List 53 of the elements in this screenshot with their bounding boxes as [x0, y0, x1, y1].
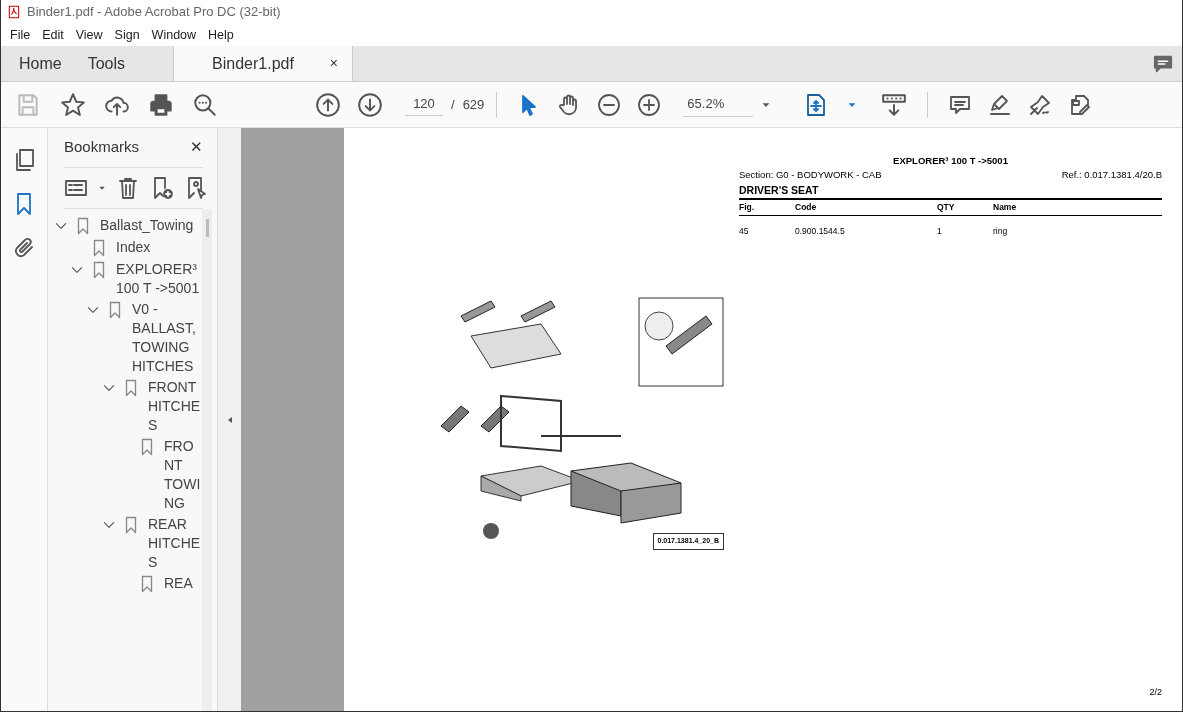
menu-item[interactable]: File	[4, 25, 37, 45]
trash-icon[interactable]	[116, 175, 140, 200]
tab[interactable]: Binder1.pdf ×	[173, 46, 354, 81]
bookmark-item[interactable]: Index	[116, 237, 151, 257]
pen-sign-icon[interactable]	[1028, 92, 1053, 117]
menu-item[interactable]: View	[69, 25, 109, 45]
arrow-up-icon[interactable]	[315, 91, 341, 118]
window-title: Binder1.pdf - Adobe Acrobat Pro DC (32-bit)	[27, 3, 281, 22]
menu-item[interactable]: Edit	[36, 25, 70, 45]
arrow-down-icon[interactable]	[357, 91, 383, 118]
page-separator: /	[451, 95, 455, 114]
panel-title: Bookmarks	[64, 137, 140, 157]
table-cell-text: 1	[937, 225, 943, 238]
printer-icon[interactable]	[148, 91, 174, 118]
menu-item[interactable]: Sign	[108, 25, 146, 45]
scrollbar[interactable]	[202, 208, 212, 711]
bookmark-item[interactable]: EXPLORER³ 100 T ->5001	[116, 259, 201, 298]
paperclip-icon[interactable]	[12, 236, 36, 260]
star-icon[interactable]	[60, 91, 86, 118]
column-header: Code	[795, 200, 937, 216]
document-title: EXPLORER³ 100 T ->5001	[892, 154, 1009, 168]
tab[interactable]: Home	[1, 46, 70, 81]
column-header: QTY	[937, 200, 993, 216]
bookmark-item[interactable]: FRONT HITCHES	[148, 377, 201, 435]
table-cell-text: ring	[993, 225, 1009, 238]
zoom-field[interactable]: 65.2%	[683, 92, 754, 117]
zoom-out-icon[interactable]	[597, 92, 622, 117]
zoom-in-icon[interactable]	[637, 92, 662, 117]
table-cell-text: 0.900.1544.5	[795, 225, 846, 238]
column-header: Name	[993, 200, 1162, 216]
reference-label: Ref.: 0.017.1381.4/20.B	[1061, 168, 1162, 183]
menu-item[interactable]: Window	[145, 25, 203, 45]
section-heading: DRIVER'S SEAT	[739, 182, 1162, 201]
edit-document-icon[interactable]	[1068, 92, 1093, 117]
bookmark-item[interactable]: FRONT TOWING	[164, 436, 201, 513]
page-total: 629	[462, 95, 485, 114]
column-header: Fig.	[739, 200, 795, 216]
close-icon[interactable]: ✕	[190, 136, 203, 159]
bookmark-item[interactable]: REA	[164, 573, 193, 593]
search-icon[interactable]	[192, 91, 218, 118]
page-number: 2/2	[1148, 685, 1162, 699]
menu-item[interactable]: Help	[202, 25, 240, 45]
bookmark-item[interactable]: V0 - BALLAST, TOWING HITCHES	[132, 299, 201, 376]
highlighter-icon[interactable]	[988, 92, 1013, 117]
tab[interactable]: Tools	[69, 46, 134, 81]
pdf-file-icon	[7, 4, 21, 20]
page-number-field[interactable]: 120	[405, 93, 443, 116]
close-icon[interactable]: ×	[323, 53, 345, 74]
bookmark-item[interactable]: REAR HITCHES	[148, 514, 201, 572]
bookmark-item[interactable]: Ballast_Towing	[100, 215, 194, 235]
section-label: Section: G0 - BODYWORK - CAB	[739, 168, 882, 183]
scroll-mode-icon[interactable]	[881, 91, 908, 118]
table-cell-text: 45	[739, 225, 750, 238]
